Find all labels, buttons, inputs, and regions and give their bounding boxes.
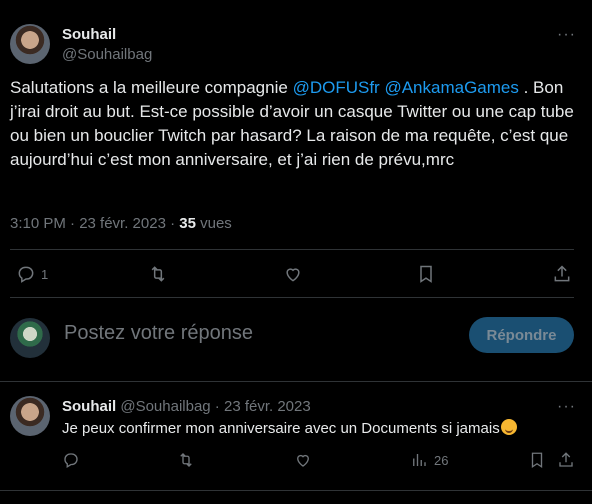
share-icon [554, 265, 570, 282]
comment-author-name[interactable]: Souhail [62, 398, 116, 415]
heart-icon [297, 454, 309, 467]
divider [10, 297, 574, 298]
views-label: vues [195, 215, 232, 232]
author-avatar[interactable] [10, 24, 50, 64]
heart-icon [286, 268, 300, 282]
comment-bookmark-button[interactable] [528, 451, 546, 469]
comment-text: Je peux confirmer mon anniversaire avec … [62, 419, 517, 437]
reply-button[interactable]: 1 [16, 264, 48, 284]
analytics-icon [413, 454, 426, 466]
retweet-icon [180, 453, 192, 467]
current-user-avatar[interactable] [10, 318, 50, 358]
views-count: 35 [179, 215, 196, 232]
comment-views-count: 26 [434, 452, 449, 468]
tweet-time[interactable]: 3:10 PM · 23 févr. 2023 · [10, 215, 179, 232]
reply-submit-button[interactable]: Répondre [469, 317, 574, 353]
comment-share-button[interactable] [557, 451, 575, 469]
reply-count: 1 [41, 266, 49, 282]
divider [10, 249, 574, 250]
tweet-meta: 3:10 PM · 23 févr. 2023 · 35 vues [10, 215, 232, 232]
comment-views-button[interactable]: 26 [410, 451, 448, 469]
author-name[interactable]: Souhail [62, 26, 116, 43]
comment-header: Souhail @Souhailbag · 23 févr. 2023 [62, 398, 311, 415]
bookmark-icon [531, 452, 543, 469]
comment-reply-button[interactable] [62, 451, 80, 469]
share-button[interactable] [552, 264, 572, 284]
share-icon [559, 452, 573, 467]
tweet-text: Salutations a la meilleure compagnie @DO… [10, 76, 582, 172]
comment-author-handle[interactable]: @Souhailbag [120, 398, 210, 415]
comment-retweet-button[interactable] [177, 451, 195, 469]
comment-like-button[interactable] [294, 451, 312, 469]
comment-date[interactable]: · 23 févr. 2023 [211, 398, 311, 415]
bookmark-icon [420, 265, 432, 283]
comment-text-body: Je peux confirmer mon anniversaire avec … [62, 420, 500, 437]
retweet-icon [151, 266, 165, 282]
comment-avatar[interactable] [10, 396, 50, 436]
mention-dofusfr[interactable]: @DOFUSfr [293, 78, 380, 97]
bookmark-button[interactable] [416, 264, 436, 284]
author-handle[interactable]: @Souhailbag [62, 46, 152, 63]
divider [0, 381, 592, 382]
reply-icon [18, 266, 34, 283]
divider [0, 490, 592, 491]
more-options-icon[interactable]: ··· [557, 26, 576, 44]
retweet-button[interactable] [148, 264, 168, 284]
comment-more-options-icon[interactable]: ··· [557, 398, 576, 416]
like-button[interactable] [283, 264, 303, 284]
reply-input[interactable]: Postez votre réponse [64, 322, 253, 345]
tweet-text-part1: Salutations a la meilleure compagnie [10, 78, 293, 97]
smiling-hearts-emoji-icon [500, 419, 517, 435]
mention-ankamagames[interactable]: @AnkamaGames [384, 78, 518, 97]
reply-icon [64, 453, 78, 468]
